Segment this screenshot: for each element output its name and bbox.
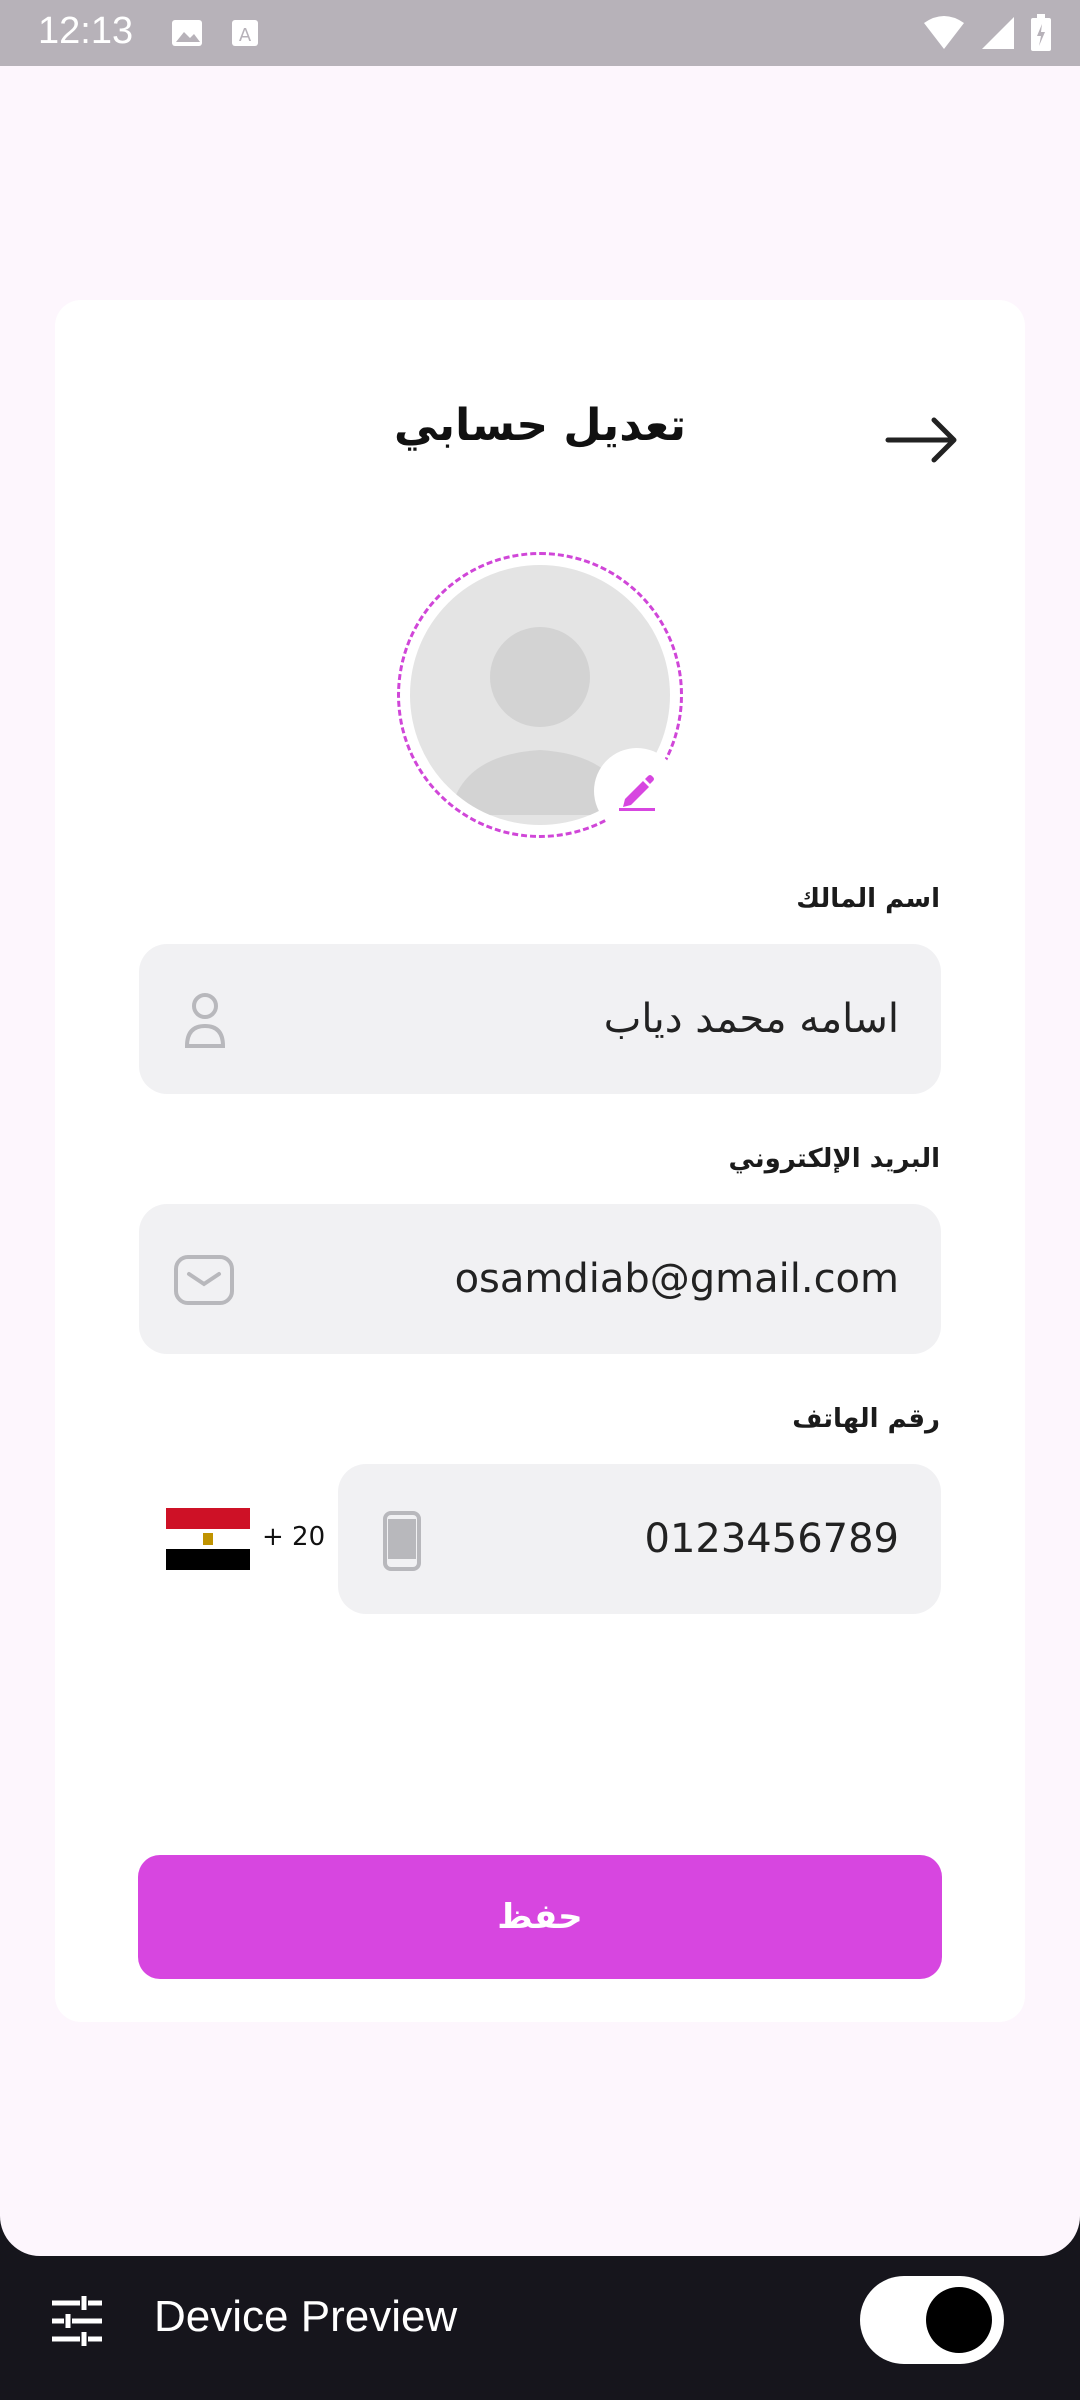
- toggle-knob: [926, 2287, 992, 2353]
- status-bar: 12:13 A: [0, 0, 1080, 66]
- dial-code: + 20: [262, 1522, 326, 1552]
- edit-avatar-button[interactable]: [594, 748, 680, 834]
- owner-name-label: اسم المالك: [796, 884, 940, 914]
- owner-name-field[interactable]: اسامه محمد دياب: [139, 944, 941, 1094]
- mail-icon: [173, 1254, 235, 1310]
- pencil-icon: [619, 775, 655, 811]
- phone-icon: [382, 1510, 422, 1576]
- page-title: تعديل حسابي: [394, 400, 686, 451]
- signal-icon: [980, 15, 1016, 55]
- egypt-flag-icon: [166, 1508, 250, 1571]
- phone-field[interactable]: 0123456789: [338, 1464, 941, 1614]
- app-screen: 12:13 A تعديل حسابي اسم المالك اسامه محم…: [0, 0, 1080, 2256]
- wifi-icon: [922, 15, 966, 55]
- back-button[interactable]: [882, 410, 962, 470]
- user-icon: [183, 990, 227, 1054]
- svg-text:A: A: [239, 25, 252, 46]
- device-preview-toggle[interactable]: [860, 2276, 1004, 2364]
- save-button[interactable]: حفظ: [138, 1855, 942, 1979]
- battery-icon: [1030, 14, 1052, 56]
- email-label: البريد الإلكتروني: [728, 1144, 940, 1174]
- status-time: 12:13: [38, 10, 134, 52]
- country-code-selector[interactable]: + 20: [166, 1508, 325, 1571]
- tune-settings-icon[interactable]: [50, 2294, 104, 2352]
- email-field[interactable]: osamdiab@gmail.com: [139, 1204, 941, 1354]
- arrow-right-icon: [885, 417, 957, 463]
- phone-label: رقم الهاتف: [792, 1404, 940, 1434]
- save-button-label: حفظ: [497, 1897, 583, 1937]
- image-notification-icon: [170, 16, 204, 54]
- email-value: osamdiab@gmail.com: [454, 1256, 899, 1302]
- device-preview-label: Device Preview: [154, 2292, 458, 2341]
- font-notification-icon: A: [230, 16, 260, 54]
- phone-value: 0123456789: [644, 1516, 900, 1562]
- owner-name-value: اسامه محمد دياب: [603, 996, 899, 1042]
